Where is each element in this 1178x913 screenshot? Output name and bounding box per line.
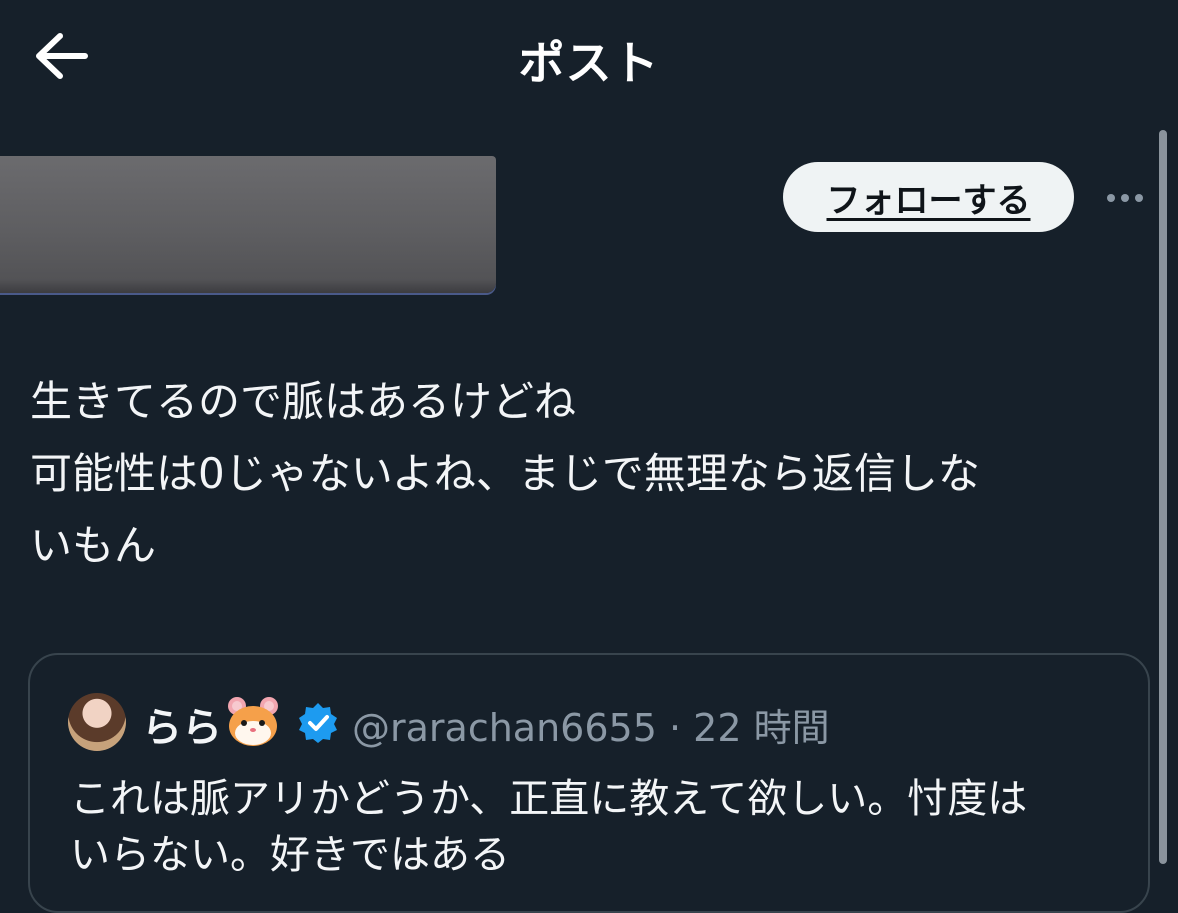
quoted-text-line: いらない。好きではある [70,832,510,878]
quoted-display-name: らら [142,705,222,751]
hamster-face-icon [228,697,278,746]
profile-banner-image [0,156,496,293]
quoted-timestamp[interactable]: 22 時間 [693,706,829,750]
post-text-line: いもん [30,521,157,570]
follow-button[interactable]: フォローする [783,162,1074,232]
follow-button-label: フォローする [826,180,1031,221]
quoted-text: これは脈アリかどうか、正直に教えて欲しい。忖度は いらない。好きではある [70,771,1130,883]
quoted-handle[interactable]: @rarachan6655 [352,706,657,750]
post-text-line: 生きてるので脈はあるけどね [30,377,577,426]
quoted-handle-and-time: @rarachan6655 · 22 時間 [352,697,830,752]
page-title: ポスト [518,36,660,90]
verified-badge-icon [299,703,337,743]
more-options-button[interactable] [1098,178,1152,218]
avatar[interactable] [68,693,126,751]
scrollbar[interactable] [1159,130,1167,864]
post-text-line: 可能性は0じゃないよね、まじで無理なら返信しな [30,449,980,498]
more-horizontal-icon [1107,194,1115,202]
post-text: 生きてるので脈はあるけどね 可能性は0じゃないよね、まじで無理なら返信しな いも… [30,366,1130,582]
quoted-post-card[interactable]: らら @rarachan6655 · 22 時間 これは脈アリかどうか、正直に教… [28,653,1150,913]
top-bar: ポスト [0,0,1178,115]
separator: · [668,706,682,750]
quoted-text-line: これは脈アリかどうか、正直に教えて欲しい。忖度は [70,776,1028,822]
